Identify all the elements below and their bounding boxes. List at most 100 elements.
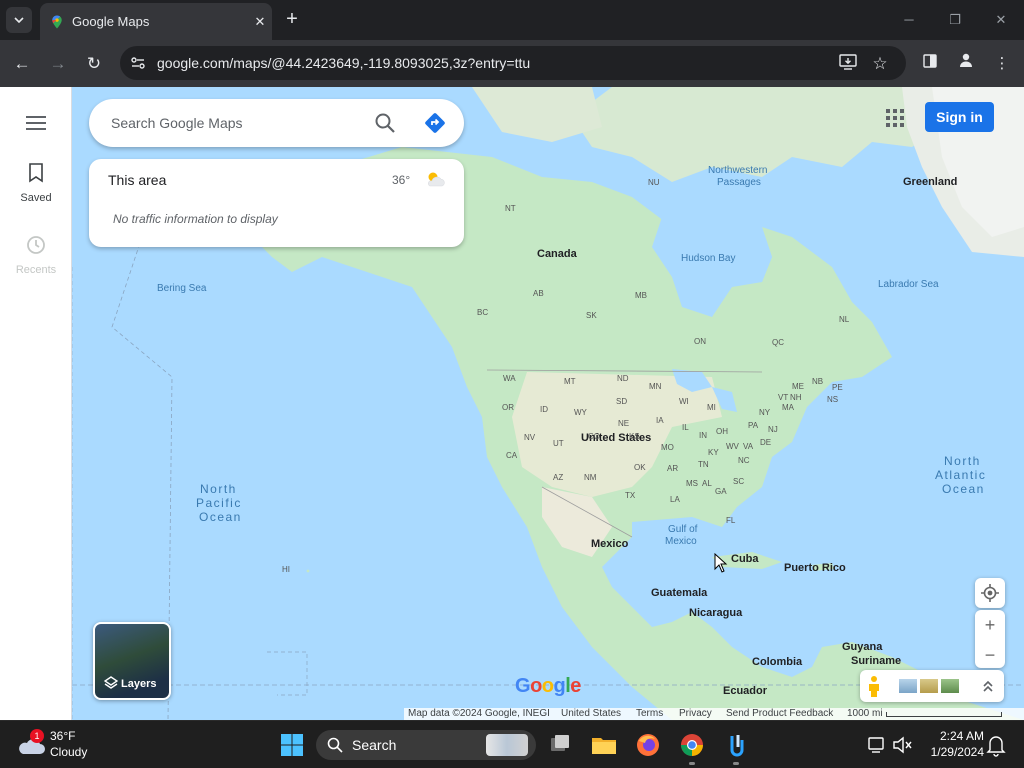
map-label-region-in: IN <box>699 431 707 440</box>
pegman-icon[interactable] <box>866 675 882 697</box>
windows-start-icon[interactable] <box>276 729 308 761</box>
imagery-thumbnail-1[interactable] <box>899 679 917 693</box>
zoom-out-button[interactable]: − <box>975 640 1005 670</box>
back-button[interactable]: ← <box>8 50 36 78</box>
privacy-link[interactable]: Privacy <box>679 708 712 719</box>
map-label-region-nb: NB <box>812 377 824 386</box>
scale-bar <box>886 712 1002 717</box>
rail-item-saved[interactable]: Saved <box>0 163 72 204</box>
bookmark-star-icon[interactable]: ☆ <box>870 54 890 73</box>
search-icon[interactable] <box>373 111 397 135</box>
map-label-region-ia: IA <box>656 416 664 425</box>
map-label-north-atlantic-line3: Ocean <box>942 482 985 496</box>
forward-button[interactable]: → <box>44 50 72 78</box>
taskbar-search-label: Search <box>352 737 397 753</box>
terms-link[interactable]: Terms <box>636 708 663 719</box>
map-label-puerto-rico: Puerto Rico <box>784 562 846 574</box>
tab-search-button[interactable] <box>6 7 32 33</box>
map-label-region-nt: NT <box>505 204 516 213</box>
search-highlight-image <box>486 734 528 756</box>
map-label-gulf-of-mexico-line1: Gulf of <box>668 524 698 535</box>
map-label-region-nd: ND <box>617 374 629 383</box>
my-location-icon <box>981 584 999 602</box>
map-label-region-de: DE <box>760 438 772 447</box>
chevron-up-double-icon[interactable] <box>981 678 995 694</box>
task-view-icon[interactable] <box>544 729 576 761</box>
map-label-cuba: Cuba <box>731 553 759 565</box>
imagery-thumbnail-2[interactable] <box>920 679 938 693</box>
taskbar-weather-desc: Cloudy <box>50 745 88 759</box>
close-window-button[interactable]: ✕ <box>978 8 1024 32</box>
map-label-region-or: OR <box>502 403 514 412</box>
map-label-region-sd: SD <box>616 397 628 406</box>
reload-button[interactable]: ↻ <box>80 50 108 78</box>
my-location-button[interactable] <box>975 578 1005 608</box>
minimize-window-button[interactable]: ─ <box>886 8 932 32</box>
imagery-thumbnail-3[interactable] <box>941 679 959 693</box>
zoom-in-button[interactable]: + <box>975 610 1005 640</box>
map-attribution-bar: Map data ©2024 Google, INEGI United Stat… <box>404 708 1024 720</box>
new-tab-button[interactable]: + <box>280 8 304 32</box>
firefox-icon[interactable] <box>632 729 664 761</box>
windows-taskbar: 1 36°F Cloudy Search 2:24 AM 1/29/2024 <box>0 720 1024 768</box>
taskbar-weather-widget[interactable]: 1 36°F Cloudy <box>16 728 106 762</box>
side-panel-icon[interactable] <box>916 50 944 78</box>
search-input[interactable] <box>111 111 361 135</box>
install-app-icon[interactable] <box>838 54 858 72</box>
site-info-icon[interactable] <box>130 55 146 71</box>
url-text: google.com/maps/@44.2423649,-119.8093025… <box>157 55 531 71</box>
map-label-guyana: Guyana <box>842 641 883 653</box>
map-label-region-sc: SC <box>733 477 745 486</box>
taskbar-weather-temp: 36°F <box>50 729 76 743</box>
map-label-region-la: LA <box>670 495 680 504</box>
region-link[interactable]: United States <box>561 708 621 719</box>
map-label-region-nj: NJ <box>768 425 778 434</box>
map-label-region-ut: UT <box>553 439 564 448</box>
map-label-region-id: ID <box>540 405 548 414</box>
map-label-region-me: ME <box>792 382 804 391</box>
directions-icon[interactable] <box>423 111 447 135</box>
map-label-north-atlantic-line2: Atlantic <box>935 468 987 482</box>
map-label-region-va: VA <box>743 442 754 451</box>
chevron-down-icon <box>14 17 24 23</box>
volume-muted-icon[interactable] <box>886 729 918 761</box>
map-label-north-pacific-line3: Ocean <box>199 510 242 524</box>
map-label-region-nv: NV <box>524 433 536 442</box>
this-area-card[interactable]: This area 36° No traffic information to … <box>89 159 464 247</box>
restore-window-button[interactable]: ❐ <box>932 8 978 32</box>
google-logo: Google <box>515 675 581 697</box>
map-label-region-ok: OK <box>634 463 646 472</box>
browser-tab-google-maps[interactable]: Google Maps ✕ <box>40 3 272 40</box>
map-label-region-ca: CA <box>506 451 518 460</box>
area-card-title: This area <box>108 172 167 188</box>
map-label-region-pa: PA <box>748 421 759 430</box>
sign-in-button[interactable]: Sign in <box>925 102 994 132</box>
address-bar[interactable]: google.com/maps/@44.2423649,-119.8093025… <box>120 46 906 80</box>
map-label-region-fl: FL <box>726 516 736 525</box>
map-label-north-pacific-line2: Pacific <box>196 496 242 510</box>
map-label-northwestern-passages-line2: Passages <box>717 177 761 188</box>
map-label-region-bc: BC <box>477 308 489 317</box>
layers-label: Layers <box>121 678 157 690</box>
file-explorer-icon[interactable] <box>588 729 620 761</box>
map-label-region-mo: MO <box>661 443 674 452</box>
app-shortcut-icon[interactable] <box>720 729 752 761</box>
map-label-north-pacific-line1: North <box>200 482 237 496</box>
more-menu-icon[interactable]: ⋮ <box>988 50 1016 78</box>
taskbar-clock[interactable]: 2:24 AM 1/29/2024 <box>920 728 984 760</box>
map-label-region-vt: VT <box>778 393 789 402</box>
google-apps-icon[interactable] <box>884 107 906 129</box>
map-label-region-co: CO <box>588 432 600 441</box>
chrome-icon[interactable] <box>676 729 708 761</box>
map-data-credit: Map data ©2024 Google, INEGI <box>408 708 550 719</box>
hamburger-menu-icon[interactable] <box>22 112 50 134</box>
mouse-cursor-icon <box>714 553 728 573</box>
rail-item-recents[interactable]: Recents <box>0 235 72 276</box>
layers-button[interactable]: Layers <box>93 622 171 700</box>
notification-bell-icon[interactable] <box>982 729 1010 761</box>
profile-icon[interactable] <box>952 50 980 78</box>
scale-label[interactable]: 1000 mi <box>847 708 883 719</box>
close-tab-icon[interactable]: ✕ <box>248 14 272 30</box>
send-feedback-link[interactable]: Send Product Feedback <box>726 708 833 719</box>
taskbar-search-box[interactable]: Search <box>316 730 536 760</box>
